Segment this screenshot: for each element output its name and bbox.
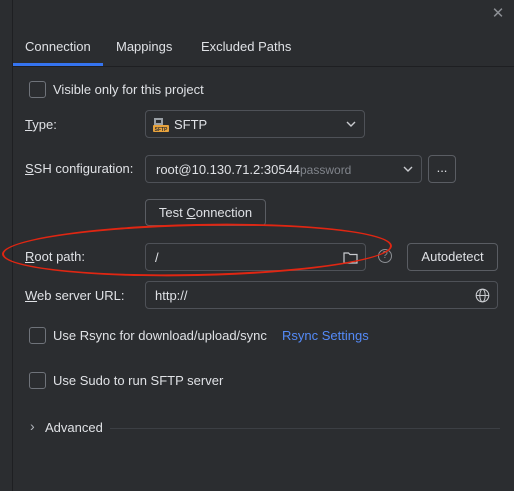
visible-only-checkbox[interactable] <box>29 81 46 98</box>
autodetect-button[interactable]: Autodetect <box>407 243 498 271</box>
sudo-label: Use Sudo to run SFTP server <box>53 373 224 388</box>
tab-excluded-paths[interactable]: Excluded Paths <box>201 31 291 63</box>
annotation-ellipse <box>1 219 393 281</box>
advanced-divider <box>110 428 500 429</box>
sudo-checkbox[interactable] <box>29 372 46 389</box>
test-connection-label-pre: Test <box>158 205 187 220</box>
visible-only-label: Visible only for this project <box>53 82 204 97</box>
chevron-down-icon <box>346 121 356 127</box>
web-server-url-label: Web server URL: <box>25 288 124 303</box>
sftp-icon: SFTP <box>153 118 169 132</box>
rsync-label: Use Rsync for download/upload/sync <box>53 328 267 343</box>
type-value: SFTP <box>174 117 208 132</box>
rsync-settings-link[interactable]: Rsync Settings <box>282 328 369 343</box>
ssh-config-dropdown[interactable]: root@10.130.71.2:30544 password <box>145 155 422 183</box>
test-connection-mnemonic: C <box>186 205 196 220</box>
ssh-label-mnemonic: S <box>25 161 34 176</box>
ssh-config-value: root@10.130.71.2:30544 <box>156 162 301 177</box>
web-server-url-input[interactable]: http:// <box>145 281 498 309</box>
svg-text:SFTP: SFTP <box>155 127 168 132</box>
close-icon[interactable]: ✕ <box>488 4 508 24</box>
ssh-auth-type: password <box>300 163 352 177</box>
ssh-config-more-button[interactable]: ... <box>428 155 456 183</box>
tab-mappings[interactable]: Mappings <box>116 31 172 63</box>
chevron-down-icon <box>403 166 413 172</box>
web-url-label-rest: eb server URL: <box>37 288 125 303</box>
test-connection-label-post: onnection <box>195 205 253 220</box>
web-url-mnemonic: W <box>25 288 38 303</box>
advanced-chevron-icon[interactable]: › <box>30 418 35 434</box>
web-url-value: http:// <box>155 288 188 303</box>
type-dropdown[interactable]: SFTP SFTP <box>145 110 365 138</box>
type-label-rest: ype: <box>32 117 57 132</box>
tab-bar: Connection Mappings Excluded Paths <box>13 31 514 67</box>
rsync-checkbox[interactable] <box>29 327 46 344</box>
test-connection-button[interactable]: Test Connection <box>145 199 266 226</box>
type-label: Type: <box>25 117 57 132</box>
ssh-config-label: SSH configuration: <box>25 161 133 176</box>
ssh-label-rest: SH configuration: <box>33 161 134 176</box>
advanced-toggle[interactable]: Advanced <box>45 420 103 435</box>
globe-icon[interactable] <box>475 288 490 303</box>
tab-connection[interactable]: Connection <box>13 31 103 66</box>
